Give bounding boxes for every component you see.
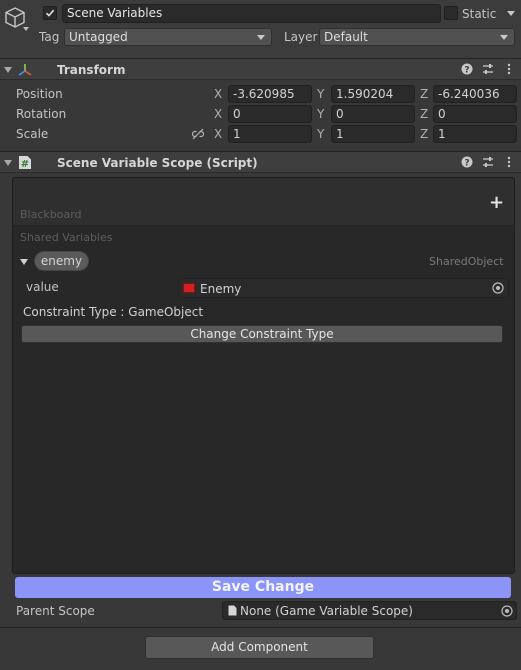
blackboard-label: Blackboard bbox=[20, 208, 82, 221]
icon-dropdown-caret[interactable] bbox=[23, 27, 29, 31]
position-y-field[interactable]: 1.590204 bbox=[331, 85, 415, 103]
transform-title: Transform bbox=[57, 63, 126, 77]
kebab-menu-icon[interactable] bbox=[502, 63, 516, 79]
checkmark-icon bbox=[45, 9, 55, 17]
variable-name-pill[interactable]: enemy bbox=[34, 251, 89, 271]
parent-scope-label: Parent Scope bbox=[16, 604, 95, 618]
rotation-x-axis[interactable]: X bbox=[214, 106, 222, 122]
chevron-down-icon bbox=[257, 35, 265, 40]
rotation-z-axis[interactable]: Z bbox=[420, 106, 428, 122]
chevron-down-icon bbox=[500, 35, 508, 40]
tag-value: Untagged bbox=[69, 30, 128, 44]
constrain-proportions-icon[interactable] bbox=[191, 127, 205, 141]
rotation-z-field[interactable]: 0 bbox=[433, 105, 517, 123]
scale-label: Scale bbox=[16, 127, 49, 141]
tag-dropdown[interactable]: Untagged bbox=[64, 28, 272, 46]
rotation-y-field[interactable]: 0 bbox=[331, 105, 415, 123]
presets-icon[interactable] bbox=[481, 156, 495, 172]
help-icon[interactable]: ? bbox=[460, 63, 474, 79]
static-label: Static bbox=[462, 7, 497, 21]
parent-scope-value: None (Game Variable Scope) bbox=[240, 604, 413, 618]
add-component-label: Add Component bbox=[211, 640, 308, 654]
script-component-header[interactable]: # Scene Variable Scope (Script) ? bbox=[0, 151, 521, 173]
svg-text:?: ? bbox=[464, 65, 469, 75]
rotation-label: Rotation bbox=[16, 107, 67, 121]
layer-label: Layer bbox=[284, 30, 318, 44]
value-label: value bbox=[26, 280, 59, 294]
script-icon: # bbox=[18, 155, 32, 170]
transform-icon bbox=[17, 62, 33, 78]
save-change-label: Save Change bbox=[211, 579, 315, 595]
value-object-field[interactable]: Enemy bbox=[178, 278, 509, 298]
scale-y-field[interactable]: 1 bbox=[331, 125, 415, 143]
scale-z-axis[interactable]: Z bbox=[420, 126, 428, 142]
foldout-arrow-icon[interactable] bbox=[4, 67, 12, 73]
scale-y-axis[interactable]: Y bbox=[317, 126, 324, 142]
add-variable-button[interactable]: + bbox=[489, 193, 504, 213]
position-x-axis[interactable]: X bbox=[214, 86, 222, 102]
scale-x-field[interactable]: 1 bbox=[228, 125, 312, 143]
help-icon[interactable]: ? bbox=[460, 156, 474, 172]
object-name-field[interactable]: Scene Variables bbox=[62, 4, 441, 23]
active-checkbox[interactable] bbox=[43, 6, 57, 20]
presets-icon[interactable] bbox=[481, 63, 495, 79]
parent-scope-field[interactable]: None (Game Variable Scope) bbox=[222, 601, 517, 620]
variable-foldout-icon[interactable] bbox=[20, 259, 28, 265]
change-constraint-label: Change Constraint Type bbox=[190, 327, 334, 341]
position-z-field[interactable]: -6.240036 bbox=[433, 85, 517, 103]
save-change-button[interactable]: Save Change bbox=[15, 577, 511, 598]
rotation-y-axis[interactable]: Y bbox=[317, 106, 324, 122]
layer-dropdown[interactable]: Default bbox=[319, 28, 515, 46]
shared-variables-label: Shared Variables bbox=[20, 231, 113, 244]
scale-x-axis[interactable]: X bbox=[214, 126, 222, 142]
static-dropdown-caret[interactable] bbox=[507, 11, 515, 16]
value-object-name: Enemy bbox=[200, 282, 242, 296]
constraint-type-text: Constraint Type : GameObject bbox=[23, 305, 204, 319]
script-title: Scene Variable Scope (Script) bbox=[57, 156, 258, 170]
divider bbox=[0, 627, 521, 628]
change-constraint-button[interactable]: Change Constraint Type bbox=[21, 325, 503, 343]
kebab-menu-icon[interactable] bbox=[502, 156, 516, 172]
position-x-field[interactable]: -3.620985 bbox=[228, 85, 312, 103]
foldout-arrow-icon[interactable] bbox=[4, 160, 12, 166]
svg-text:?: ? bbox=[464, 158, 469, 168]
position-label: Position bbox=[16, 87, 63, 101]
static-checkbox[interactable] bbox=[444, 6, 458, 20]
layer-value: Default bbox=[324, 30, 368, 44]
position-z-axis[interactable]: Z bbox=[420, 86, 428, 102]
position-y-axis[interactable]: Y bbox=[317, 86, 324, 102]
blackboard-toolbar bbox=[13, 178, 514, 226]
variable-type: SharedObject bbox=[429, 255, 504, 268]
gameobject-swatch-icon bbox=[183, 283, 195, 293]
svg-text:#: # bbox=[21, 159, 29, 170]
tag-label: Tag bbox=[39, 30, 60, 44]
rotation-x-field[interactable]: 0 bbox=[228, 105, 312, 123]
document-icon bbox=[228, 605, 237, 616]
object-picker-icon[interactable] bbox=[492, 282, 504, 294]
add-component-button[interactable]: Add Component bbox=[145, 636, 374, 659]
scale-z-field[interactable]: 1 bbox=[433, 125, 517, 143]
gameobject-header: Scene Variables Static Tag Untagged Laye… bbox=[0, 0, 521, 58]
transform-header[interactable]: Transform ? bbox=[0, 58, 521, 80]
object-picker-icon[interactable] bbox=[501, 605, 513, 617]
blackboard-panel: Blackboard + Shared Variables enemy Shar… bbox=[12, 177, 515, 574]
variable-name: enemy bbox=[40, 254, 83, 268]
